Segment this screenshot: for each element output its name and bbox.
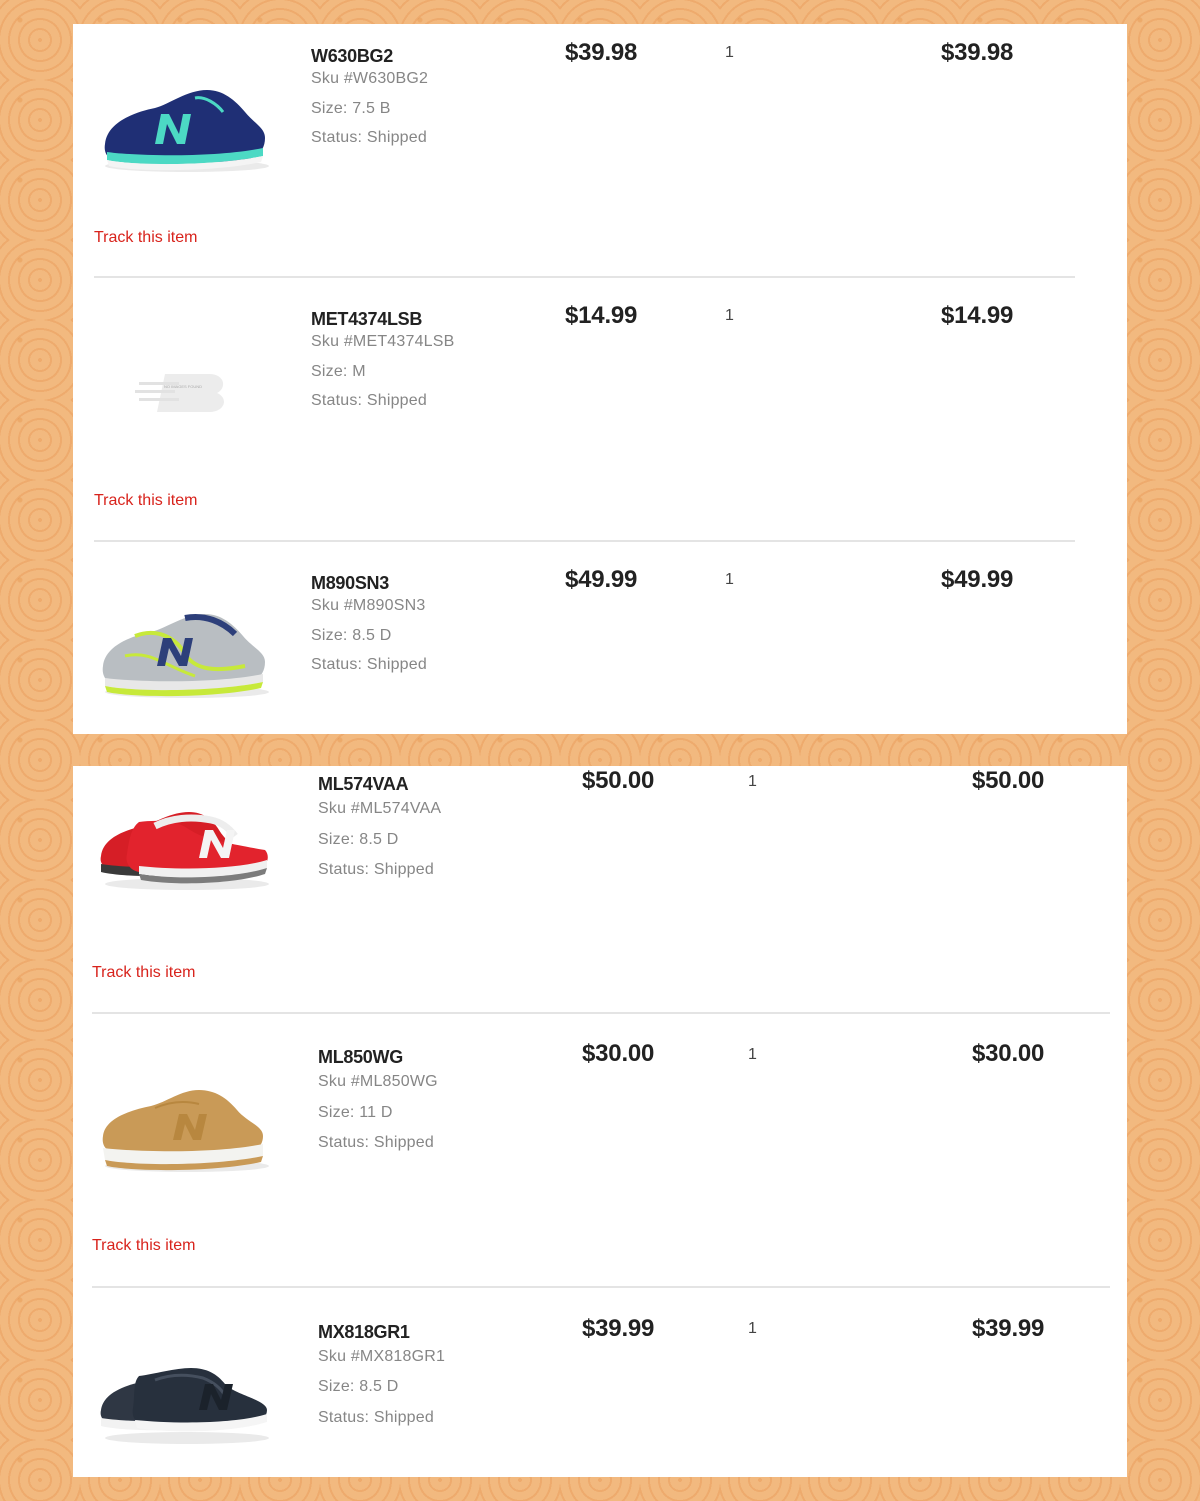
order-items-panel: W630BG2 Sku #W630BG2 Size: 7.5 B Status:… <box>73 24 1127 734</box>
line-total: $39.98 <box>941 39 1014 66</box>
line-total: $39.99 <box>972 1315 1045 1342</box>
product-status: Status: Shipped <box>311 656 427 673</box>
quantity: 1 <box>748 773 757 790</box>
line-total: $30.00 <box>972 1040 1045 1067</box>
order-item: ML574VAA Sku #ML574VAA Size: 8.5 D Statu… <box>73 766 1127 1012</box>
product-status: Status: Shipped <box>311 129 427 146</box>
product-image-navy-running-shoe[interactable] <box>95 82 275 192</box>
product-sku: Sku #M890SN3 <box>311 597 426 614</box>
order-item: W630BG2 Sku #W630BG2 Size: 7.5 B Status:… <box>73 24 1127 277</box>
product-size: Size: 8.5 D <box>311 627 392 644</box>
product-sku: Sku #W630BG2 <box>311 70 429 87</box>
product-name: ML850WG <box>318 1047 403 1067</box>
product-image-tan-suede-sneaker[interactable] <box>95 1078 275 1188</box>
product-name: ML574VAA <box>318 774 409 794</box>
product-name: MX818GR1 <box>318 1322 410 1342</box>
product-size: Size: 8.5 D <box>318 831 399 848</box>
product-status: Status: Shipped <box>311 392 427 409</box>
order-item: M890SN3 Sku #M890SN3 Size: 8.5 D Status:… <box>73 542 1127 734</box>
product-sku: Sku #MX818GR1 <box>318 1348 446 1365</box>
unit-price: $49.99 <box>565 566 638 593</box>
unit-price: $50.00 <box>582 767 655 794</box>
product-image-no-image-placeholder[interactable]: NO IMAGES FOUND <box>135 368 235 418</box>
product-name: W630BG2 <box>311 46 393 66</box>
product-size: Size: 8.5 D <box>318 1378 399 1395</box>
product-status: Status: Shipped <box>318 1409 434 1426</box>
track-item-link[interactable]: Track this item <box>92 964 195 982</box>
order-items-panel: ML574VAA Sku #ML574VAA Size: 8.5 D Statu… <box>73 766 1127 1477</box>
line-total: $50.00 <box>972 767 1045 794</box>
product-size: Size: 7.5 B <box>311 100 391 117</box>
quantity: 1 <box>748 1046 757 1063</box>
product-status: Status: Shipped <box>318 861 434 878</box>
product-image-dark-gray-trainer-pair[interactable] <box>95 1356 275 1466</box>
product-sku: Sku #MET4374LSB <box>311 333 455 350</box>
order-item: MX818GR1 Sku #MX818GR1 Size: 8.5 D Statu… <box>73 1288 1127 1477</box>
quantity: 1 <box>725 307 734 324</box>
product-size: Size: 11 D <box>318 1104 393 1121</box>
quantity: 1 <box>725 44 734 61</box>
quantity: 1 <box>725 571 734 588</box>
product-image-red-sneaker-pair[interactable] <box>95 800 275 910</box>
unit-price: $30.00 <box>582 1040 655 1067</box>
quantity: 1 <box>748 1320 757 1337</box>
product-name: MET4374LSB <box>311 309 423 329</box>
product-status: Status: Shipped <box>318 1134 434 1151</box>
product-sku: Sku #ML574VAA <box>318 800 442 817</box>
track-item-link[interactable]: Track this item <box>92 1237 195 1255</box>
product-image-silver-running-shoe[interactable] <box>95 606 275 716</box>
track-item-link[interactable]: Track this item <box>94 229 197 247</box>
product-name: M890SN3 <box>311 573 389 593</box>
order-item: ML850WG Sku #ML850WG Size: 11 D Status: … <box>73 1014 1127 1286</box>
product-size: Size: M <box>311 363 366 380</box>
track-item-link[interactable]: Track this item <box>94 492 197 510</box>
placeholder-text: NO IMAGES FOUND <box>164 384 202 389</box>
unit-price: $39.98 <box>565 39 638 66</box>
unit-price: $14.99 <box>565 302 638 329</box>
line-total: $14.99 <box>941 302 1014 329</box>
line-total: $49.99 <box>941 566 1014 593</box>
unit-price: $39.99 <box>582 1315 655 1342</box>
product-sku: Sku #ML850WG <box>318 1073 438 1090</box>
order-item: NO IMAGES FOUND MET4374LSB Sku #MET4374L… <box>73 278 1127 540</box>
